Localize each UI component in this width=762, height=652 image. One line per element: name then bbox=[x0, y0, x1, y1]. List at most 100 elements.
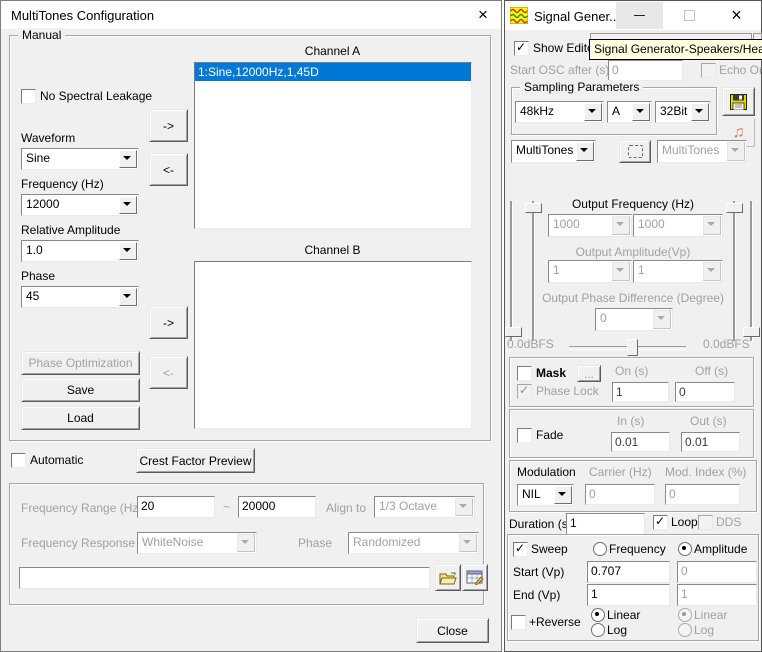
frequency-range-min-field[interactable]: 20 bbox=[137, 496, 215, 518]
minimize-icon bbox=[634, 15, 645, 16]
fade-out-field[interactable]: 0.01 bbox=[681, 432, 740, 452]
output-frequency-a-combobox[interactable]: 1000 bbox=[548, 214, 632, 237]
output-frequency-b-combobox[interactable]: 1000 bbox=[633, 214, 723, 237]
dropdown-arrow-icon[interactable] bbox=[632, 103, 650, 121]
channel-a-list[interactable]: 1:Sine,12000Hz,1,45D bbox=[194, 62, 472, 229]
sample-rate-combobox[interactable]: 48kHz bbox=[515, 101, 604, 123]
carrier-field[interactable]: 0 bbox=[585, 484, 655, 505]
no-spectral-leakage-checkbox[interactable] bbox=[21, 89, 36, 104]
close-window-button[interactable]: × bbox=[714, 2, 759, 29]
dropdown-arrow-icon bbox=[703, 216, 721, 235]
channel-b-list[interactable] bbox=[194, 261, 472, 429]
output-amplitude-b-combobox[interactable]: 1 bbox=[633, 260, 723, 283]
dropdown-arrow-icon[interactable] bbox=[119, 242, 137, 260]
sweep-end-b-field[interactable]: 1 bbox=[677, 584, 757, 606]
volume-slider-thumb-right-inner[interactable] bbox=[726, 203, 743, 213]
volume-slider-track-left-inner[interactable] bbox=[532, 201, 534, 341]
dropdown-arrow-icon[interactable] bbox=[119, 288, 137, 306]
sweep-start-b-field[interactable]: 0 bbox=[677, 561, 757, 583]
output-phase-difference-label: Output Phase Difference (Degree) bbox=[525, 292, 741, 305]
dropdown-arrow-icon[interactable] bbox=[584, 103, 602, 121]
phase-difference-combobox[interactable]: 0 bbox=[595, 308, 673, 331]
frequency-range-label: Frequency Range (Hz) bbox=[21, 502, 142, 515]
dropdown-arrow-icon[interactable] bbox=[691, 103, 709, 121]
save-button[interactable]: Save bbox=[21, 378, 140, 402]
loop-checkbox[interactable] bbox=[653, 515, 668, 530]
remove-from-channel-a-button[interactable]: <- bbox=[149, 153, 188, 186]
multitones-dialog: MultiTones Configuration × Manual Channe… bbox=[0, 0, 502, 652]
frequency-response-combobox[interactable]: WhiteNoise bbox=[137, 532, 257, 554]
multitones-close-button[interactable]: × bbox=[469, 3, 497, 27]
dds-checkbox[interactable] bbox=[698, 515, 713, 530]
balance-slider-thumb[interactable] bbox=[627, 339, 638, 356]
file-path-field[interactable] bbox=[19, 567, 430, 589]
add-to-channel-a-button[interactable]: -> bbox=[149, 109, 188, 142]
relative-amplitude-value: 1.0 bbox=[26, 243, 120, 258]
start-osc-field[interactable]: 0 bbox=[608, 60, 683, 81]
output-amplitude-a-combobox[interactable]: 1 bbox=[548, 260, 632, 283]
volume-slider-track-right-outer[interactable] bbox=[750, 201, 752, 341]
linear-b-radio[interactable] bbox=[678, 608, 692, 622]
mask-on-field[interactable]: 1 bbox=[612, 382, 669, 402]
mask-off-field[interactable]: 0 bbox=[675, 382, 735, 402]
mod-index-field[interactable]: 0 bbox=[665, 484, 740, 505]
dropdown-arrow-icon[interactable] bbox=[554, 486, 572, 504]
phase-combobox[interactable]: 45 bbox=[21, 286, 139, 308]
sweep-checkbox[interactable] bbox=[513, 542, 528, 557]
auto-phase-combobox[interactable]: Randomized bbox=[348, 532, 479, 554]
duration-field[interactable]: 1 bbox=[566, 513, 645, 535]
frequency-combobox[interactable]: 12000 bbox=[21, 194, 139, 216]
signal-generator-dialog: Signal Gener... × Show Edito Signal Gene… bbox=[504, 0, 762, 652]
sweep-frequency-radio[interactable] bbox=[593, 542, 607, 556]
mask-checkbox[interactable] bbox=[517, 366, 532, 381]
open-file-button[interactable] bbox=[435, 564, 461, 591]
maximize-button[interactable] bbox=[667, 2, 712, 29]
fade-in-field[interactable]: 0.01 bbox=[611, 432, 670, 452]
show-editor-label: Show Edito bbox=[533, 42, 594, 55]
minimize-button[interactable] bbox=[616, 2, 663, 29]
modulation-combobox[interactable]: NIL bbox=[517, 484, 574, 506]
frequency-range-max-field[interactable]: 20000 bbox=[238, 496, 316, 518]
relative-amplitude-combobox[interactable]: 1.0 bbox=[21, 240, 139, 262]
volume-slider-track-right-inner[interactable] bbox=[733, 201, 735, 341]
channel-combobox[interactable]: A bbox=[607, 101, 652, 123]
wave-config-button[interactable] bbox=[619, 140, 651, 163]
dds-label: DDS bbox=[716, 516, 741, 529]
bit-depth-combobox[interactable]: 32Bit bbox=[655, 101, 711, 123]
automatic-checkbox[interactable] bbox=[11, 453, 26, 468]
sweep-amplitude-radio[interactable] bbox=[678, 542, 692, 556]
linear-a-radio[interactable] bbox=[591, 608, 605, 622]
reverse-checkbox[interactable] bbox=[511, 615, 526, 630]
fade-checkbox[interactable] bbox=[517, 428, 532, 443]
carrier-label: Carrier (Hz) bbox=[589, 466, 652, 479]
phase-lock-checkbox[interactable] bbox=[517, 384, 532, 399]
volume-slider-thumb-left-inner[interactable] bbox=[525, 203, 542, 213]
log-b-radio[interactable] bbox=[678, 623, 692, 637]
show-editor-checkbox[interactable] bbox=[514, 41, 529, 56]
close-button[interactable]: Close bbox=[416, 618, 489, 643]
volume-slider-thumb-right-outer[interactable] bbox=[743, 327, 760, 337]
waveform-combobox[interactable]: Sine bbox=[21, 148, 139, 170]
load-button[interactable]: Load bbox=[21, 406, 140, 430]
edit-table-button[interactable] bbox=[462, 564, 488, 591]
align-to-combobox[interactable]: 1/3 Octave bbox=[374, 496, 475, 518]
modulation-value: NIL bbox=[522, 487, 555, 502]
mask-config-button[interactable]: ... bbox=[577, 365, 601, 382]
dropdown-arrow-icon[interactable] bbox=[576, 142, 594, 161]
crest-factor-preview-button[interactable]: Crest Factor Preview bbox=[136, 448, 255, 473]
log-a-radio[interactable] bbox=[591, 623, 605, 637]
remove-from-channel-b-button[interactable]: <- bbox=[149, 356, 188, 389]
sweep-end-a-field[interactable]: 1 bbox=[587, 584, 670, 606]
sweep-start-a-field[interactable]: 0.707 bbox=[587, 561, 670, 583]
wave-type-combobox[interactable]: MultiTones bbox=[511, 140, 596, 163]
volume-slider-thumb-left-outer[interactable] bbox=[505, 327, 522, 337]
add-to-channel-b-button[interactable]: -> bbox=[149, 306, 188, 339]
save-settings-button[interactable] bbox=[722, 87, 755, 116]
dropdown-arrow-icon[interactable] bbox=[119, 150, 137, 168]
dropdown-arrow-icon[interactable] bbox=[119, 196, 137, 214]
volume-slider-track-left-outer[interactable] bbox=[510, 201, 512, 341]
echo-only-checkbox[interactable] bbox=[701, 63, 716, 78]
wave-type-b-combobox[interactable]: MultiTones bbox=[657, 140, 747, 163]
phase-optimization-button[interactable]: Phase Optimization bbox=[21, 351, 140, 375]
channel-a-list-item[interactable]: 1:Sine,12000Hz,1,45D bbox=[195, 63, 471, 81]
